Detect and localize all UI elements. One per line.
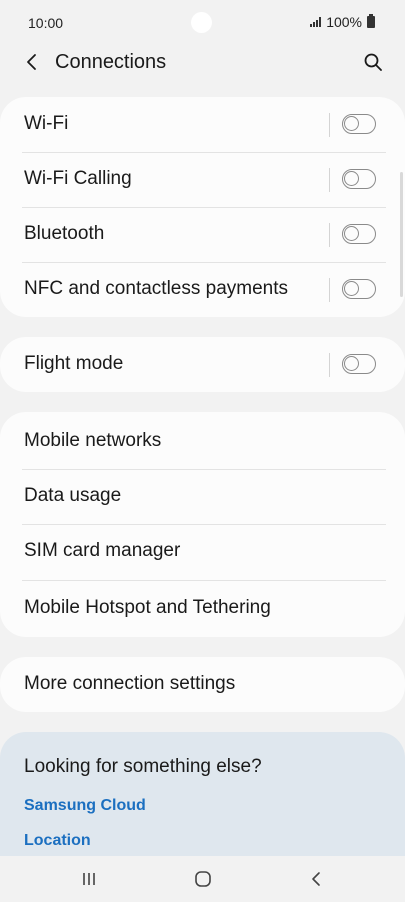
mobile-hotspot-row[interactable]: Mobile Hotspot and Tethering bbox=[0, 581, 405, 636]
divider bbox=[329, 113, 330, 137]
search-button[interactable] bbox=[359, 48, 387, 76]
scrollbar[interactable] bbox=[400, 172, 403, 297]
camera-cutout bbox=[191, 12, 212, 33]
toggle-knob bbox=[344, 281, 359, 296]
recent-apps-button[interactable] bbox=[67, 864, 111, 894]
data-usage-row[interactable]: Data usage bbox=[0, 469, 405, 524]
flight-mode-row[interactable]: Flight mode bbox=[0, 337, 405, 392]
battery-percent: 100% bbox=[326, 14, 362, 30]
nfc-row[interactable]: NFC and contactless payments bbox=[0, 262, 405, 317]
back-button[interactable] bbox=[18, 48, 46, 76]
row-label: More connection settings bbox=[24, 673, 236, 694]
location-link[interactable]: Location bbox=[24, 832, 91, 850]
row-label: Wi-Fi Calling bbox=[24, 168, 132, 189]
chevron-left-icon bbox=[27, 54, 36, 70]
home-button[interactable] bbox=[181, 864, 225, 894]
row-label: Flight mode bbox=[24, 353, 124, 374]
sim-card-manager-row[interactable]: SIM card manager bbox=[0, 524, 405, 579]
home-icon bbox=[195, 871, 211, 887]
connectivity-card: Wi-Fi Wi-Fi Calling Bluetooth NFC and co… bbox=[0, 97, 405, 317]
divider bbox=[329, 278, 330, 302]
more-connection-settings-row[interactable]: More connection settings bbox=[0, 657, 405, 712]
recent-apps-icon bbox=[83, 873, 95, 885]
samsung-cloud-link[interactable]: Samsung Cloud bbox=[24, 797, 146, 815]
row-label: Wi-Fi bbox=[24, 113, 69, 134]
search-icon bbox=[364, 53, 382, 71]
row-label: Mobile Hotspot and Tethering bbox=[24, 597, 271, 618]
divider bbox=[329, 353, 330, 377]
navigation-bar bbox=[0, 856, 405, 902]
status-bar: 10:00 100% bbox=[0, 0, 405, 46]
toggle-knob bbox=[344, 116, 359, 131]
flight-mode-card: Flight mode bbox=[0, 337, 405, 392]
flight-mode-toggle[interactable] bbox=[342, 354, 376, 374]
divider bbox=[329, 168, 330, 192]
mobile-networks-row[interactable]: Mobile networks bbox=[0, 414, 405, 469]
wifi-calling-toggle[interactable] bbox=[342, 169, 376, 189]
wifi-row[interactable]: Wi-Fi bbox=[0, 97, 405, 152]
toggle-knob bbox=[344, 171, 359, 186]
wifi-calling-row[interactable]: Wi-Fi Calling bbox=[0, 152, 405, 207]
signal-icon bbox=[310, 17, 322, 27]
row-label: Bluetooth bbox=[24, 223, 105, 244]
app-header: Connections bbox=[0, 42, 405, 82]
status-time: 10:00 bbox=[28, 15, 64, 31]
row-label: Mobile networks bbox=[24, 430, 162, 451]
bluetooth-row[interactable]: Bluetooth bbox=[0, 207, 405, 262]
toggle-knob bbox=[344, 226, 359, 241]
nfc-toggle[interactable] bbox=[342, 279, 376, 299]
divider bbox=[329, 223, 330, 247]
row-label: Data usage bbox=[24, 485, 122, 506]
toggle-knob bbox=[344, 356, 359, 371]
status-right: 100% bbox=[310, 14, 375, 30]
network-card: Mobile networks Data usage SIM card mana… bbox=[0, 412, 405, 637]
suggestions-title: Looking for something else? bbox=[24, 756, 262, 777]
battery-icon bbox=[367, 14, 375, 28]
nav-back-button[interactable] bbox=[294, 864, 338, 894]
back-icon bbox=[312, 872, 320, 886]
wifi-toggle[interactable] bbox=[342, 114, 376, 134]
bluetooth-toggle[interactable] bbox=[342, 224, 376, 244]
row-label: SIM card manager bbox=[24, 540, 181, 561]
row-label: NFC and contactless payments bbox=[24, 278, 289, 299]
page-title: Connections bbox=[55, 51, 167, 73]
more-settings-card: More connection settings bbox=[0, 657, 405, 712]
